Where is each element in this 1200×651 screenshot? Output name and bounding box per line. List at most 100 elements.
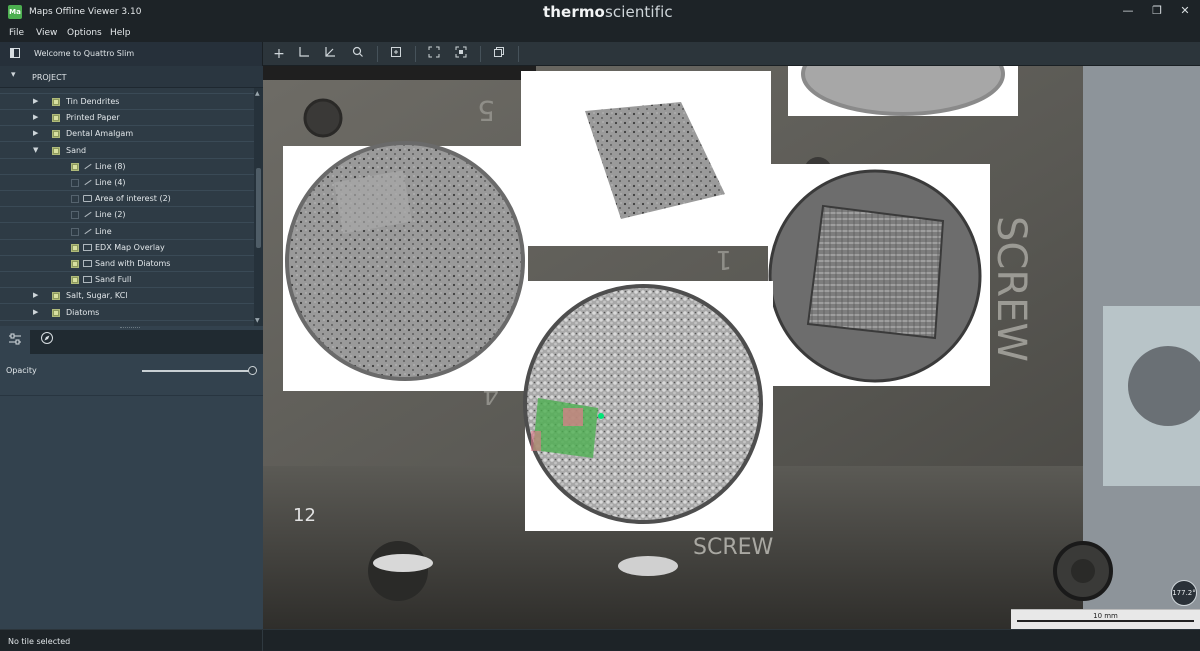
expand-down-icon[interactable]: ▼	[33, 146, 38, 154]
opacity-slider[interactable]	[142, 370, 254, 372]
tab-navigation[interactable]	[32, 330, 62, 354]
tree-item-label: Line (8)	[95, 161, 126, 171]
scrollbar-thumb[interactable]	[256, 168, 261, 248]
add-icon[interactable]: +	[271, 46, 287, 62]
scale-line	[1017, 620, 1194, 622]
stage-label-1: 1	[715, 244, 732, 274]
toolbar-separator	[480, 46, 481, 62]
tree-item[interactable]: Sand Full	[0, 272, 254, 289]
line-icon	[83, 228, 92, 235]
opacity-label: Opacity	[6, 366, 37, 375]
menu-options[interactable]: Options	[67, 28, 102, 38]
tree-item[interactable]: ▶ Diatoms	[0, 305, 254, 321]
scale-bar: 10 mm	[1011, 609, 1200, 629]
visibility-checkbox[interactable]	[71, 243, 79, 252]
stage-label-12: 12	[293, 505, 316, 526]
tree-item-label: Printed Paper	[66, 113, 120, 123]
sliders-icon	[9, 333, 21, 345]
visibility-checkbox[interactable]	[52, 308, 60, 317]
status-bar: No tile selected	[0, 629, 1200, 651]
tree-item[interactable]: EDX Map Overlay	[0, 240, 254, 256]
tile-set-icon	[83, 276, 92, 284]
visibility-checkbox[interactable]	[52, 130, 60, 139]
tree-item[interactable]: ▶ Tin Dendrites	[0, 94, 254, 110]
title-bar: Ma Maps Offline Viewer 3.10 thermoscient…	[0, 0, 1200, 26]
stage-label-5: 5	[477, 94, 495, 127]
visibility-checkbox[interactable]	[71, 162, 79, 171]
menu-help[interactable]: Help	[110, 28, 131, 38]
tab-properties[interactable]	[0, 330, 30, 354]
tree-item[interactable]: Line (4)	[0, 175, 254, 191]
tree-scrollbar[interactable]: ▲ ▼	[254, 88, 263, 326]
scale-label: 10 mm	[1093, 612, 1118, 620]
tree-item[interactable]: Sand with Diatoms	[0, 256, 254, 272]
map-viewport[interactable]: SCREW SCREW 12 5 1 4 177.2° 10 mm	[263, 66, 1200, 629]
welcome-tab[interactable]: Welcome to Quattro Slim	[0, 42, 263, 66]
visibility-checkbox[interactable]	[71, 179, 79, 187]
tree-item[interactable]: Line (2)	[0, 207, 254, 224]
line-icon	[83, 211, 92, 218]
tree-item[interactable]: ▶ Printed Paper	[0, 110, 254, 127]
scroll-down-icon[interactable]: ▼	[255, 317, 260, 324]
scroll-up-icon[interactable]: ▲	[255, 90, 260, 97]
stage-image: SCREW SCREW 12 5 1 4	[263, 66, 1200, 629]
stage-label-screw: SCREW	[988, 216, 1034, 362]
tree-item-label: Tin Dendrites	[66, 97, 120, 106]
menu-file[interactable]: File	[9, 28, 24, 38]
expand-right-icon[interactable]: ▶	[33, 113, 38, 121]
restore-button[interactable]: ❐	[1147, 3, 1167, 19]
menu-bar: File View Options Help	[0, 26, 1200, 42]
visibility-checkbox[interactable]	[71, 227, 79, 236]
expand-right-icon[interactable]: ▶	[33, 97, 38, 105]
visibility-checkbox[interactable]	[71, 195, 79, 204]
tree-item-label: Line	[95, 226, 112, 236]
close-button[interactable]: ✕	[1175, 3, 1195, 19]
measure-angle-icon[interactable]	[322, 46, 338, 62]
visibility-checkbox[interactable]	[71, 276, 79, 285]
chevron-down-icon[interactable]: ▾	[11, 70, 16, 80]
panel-tabs	[0, 330, 263, 354]
tree-item[interactable]: ▶ Salt, Sugar, KCl	[0, 288, 254, 305]
fit-icon[interactable]	[388, 46, 404, 62]
expand-right-icon[interactable]: ▶	[33, 308, 38, 316]
tree-item[interactable]: Area of interest (2)	[0, 191, 254, 208]
status-text: No tile selected	[8, 637, 71, 646]
project-header-label: PROJECT	[32, 73, 67, 82]
visibility-checkbox[interactable]	[71, 211, 79, 220]
window-icon[interactable]	[491, 46, 507, 62]
tree-item[interactable]: Line	[0, 224, 254, 240]
stage-label-screw-bottom: SCREW	[693, 535, 774, 560]
tree-item-label: Sand Full	[95, 275, 132, 285]
frame-icon[interactable]	[453, 46, 469, 62]
line-icon	[83, 179, 92, 186]
visibility-checkbox[interactable]	[52, 114, 60, 123]
tile-set-icon	[83, 243, 92, 251]
tree-item[interactable]: Line (8)	[0, 159, 254, 175]
welcome-text: Welcome to Quattro Slim	[34, 49, 135, 58]
panel-toggle-icon[interactable]	[10, 48, 20, 58]
expand-right-icon[interactable]: ▶	[33, 129, 38, 137]
measure-line-icon[interactable]	[296, 46, 312, 62]
rotation-indicator[interactable]: 177.2°	[1171, 580, 1197, 606]
visibility-checkbox[interactable]	[71, 260, 79, 268]
opacity-slider-handle[interactable]	[248, 366, 257, 375]
tree-item[interactable]: ▼ Sand	[0, 143, 254, 159]
app-title: Maps Offline Viewer 3.10	[29, 7, 142, 17]
tree-item-label: Sand with Diatoms	[95, 259, 171, 268]
comment-icon	[83, 195, 92, 203]
expand-right-icon[interactable]: ▶	[33, 291, 38, 299]
tree-item[interactable]: ▶ Dental Amalgam	[0, 126, 254, 143]
project-header[interactable]: ▾ PROJECT	[0, 66, 263, 88]
minimize-button[interactable]: —	[1118, 3, 1138, 19]
status-separator	[262, 630, 263, 651]
zoom-icon[interactable]	[350, 46, 366, 62]
visibility-checkbox[interactable]	[52, 146, 60, 155]
visibility-checkbox[interactable]	[52, 98, 60, 106]
brand-logo: thermoscientific	[543, 3, 673, 21]
tree-item-label: Area of interest (2)	[95, 194, 171, 204]
menu-view[interactable]: View	[36, 28, 57, 38]
visibility-checkbox[interactable]	[52, 292, 60, 301]
app-logo: Ma	[8, 5, 22, 19]
fullscreen-icon[interactable]	[426, 46, 442, 62]
tree-item-label: Sand	[66, 145, 87, 155]
